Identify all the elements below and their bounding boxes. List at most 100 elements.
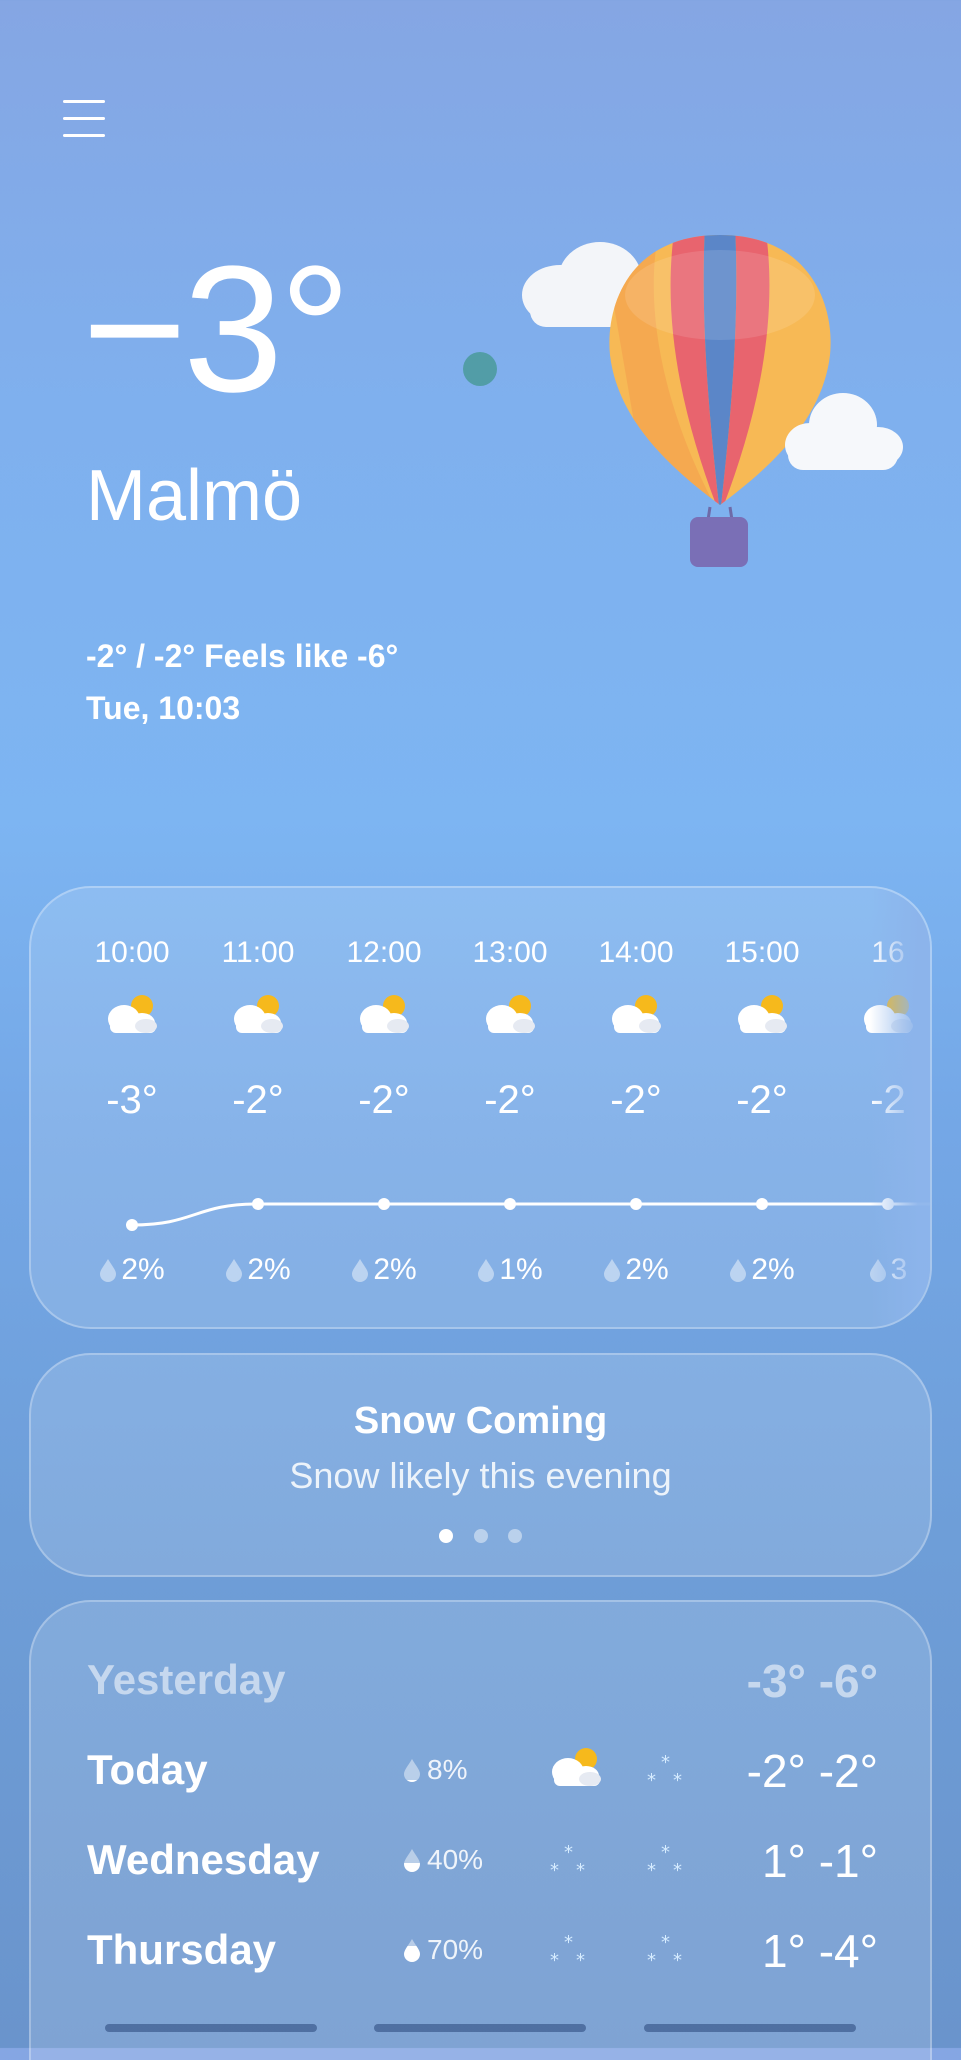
svg-text:*: * (564, 1932, 573, 1953)
daily-forecast-card[interactable]: Yesterday -3° -6° Today 8% * * * -2° -2°… (29, 1600, 932, 2060)
hour-temperature: -2° (232, 1078, 284, 1122)
partly-cloudy-icon (546, 1746, 606, 1796)
svg-text:*: * (647, 1770, 656, 1791)
scroll-fade (870, 888, 930, 1327)
hour-time: 15:00 (724, 936, 800, 969)
precip-value: 40% (427, 1844, 484, 1875)
hourly-item[interactable]: 10:00 -3° 2% (69, 888, 195, 1327)
precip-value: 70% (427, 1934, 484, 1965)
location-dot (463, 352, 497, 386)
hour-temperature: -2° (610, 1078, 662, 1122)
precip-value: 2% (247, 1253, 291, 1286)
menu-icon-line (63, 134, 105, 137)
hour-time: 14:00 (598, 936, 674, 969)
svg-text:*: * (576, 1860, 585, 1881)
hour-precipitation: 1% (447, 1253, 573, 1287)
weather-alert-card[interactable]: Snow Coming Snow likely this evening (29, 1353, 932, 1577)
page-dot[interactable] (473, 1529, 488, 1543)
svg-text:*: * (550, 1860, 559, 1881)
raindrop-icon (603, 1253, 625, 1286)
svg-text:*: * (647, 1950, 656, 1971)
menu-button[interactable] (63, 98, 107, 142)
hour-temperature: -2° (484, 1078, 536, 1122)
raindrop-icon (403, 1934, 427, 1965)
navigation-bar (0, 2020, 961, 2048)
daily-row[interactable]: Wednesday 40% * * * * * * 1° -1° (31, 1826, 930, 1896)
svg-text:*: * (673, 1950, 682, 1971)
partly-cloudy-icon (732, 993, 792, 1035)
raindrop-icon (729, 1253, 751, 1286)
hour-temperature: -2° (358, 1078, 410, 1122)
raindrop-icon (225, 1253, 247, 1286)
city-name: Malmö (86, 456, 303, 536)
raindrop-icon (403, 1844, 427, 1875)
hour-time: 11:00 (221, 936, 295, 969)
day-temperatures: 1° -1° (761, 1835, 878, 1887)
menu-icon-line (63, 100, 105, 103)
partly-cloudy-icon (102, 993, 162, 1035)
day-name: Wednesday (87, 1836, 320, 1883)
svg-text:*: * (673, 1860, 682, 1881)
daily-row[interactable]: Yesterday -3° -6° (31, 1646, 930, 1716)
day-precipitation: 40% (403, 1844, 483, 1876)
raindrop-icon (403, 1754, 427, 1785)
day-name: Today (87, 1746, 208, 1793)
hour-time: 12:00 (346, 936, 422, 969)
day-precipitation: 70% (403, 1934, 483, 1966)
svg-text:*: * (564, 1842, 573, 1863)
day-temperatures: -2° -2° (746, 1745, 878, 1797)
page-dot[interactable] (439, 1529, 454, 1543)
svg-text:*: * (550, 1950, 559, 1971)
hourly-item[interactable]: 12:00 -2° 2% (321, 888, 447, 1327)
partly-cloudy-icon (606, 993, 666, 1035)
raindrop-icon (477, 1253, 499, 1286)
day-temperatures: 1° -4° (761, 1925, 878, 1977)
day-name: Thursday (87, 1926, 277, 1973)
svg-text:*: * (661, 1932, 670, 1953)
hourly-item[interactable]: 13:00 -2° 1% (447, 888, 573, 1327)
page-dot[interactable] (507, 1529, 522, 1543)
hour-precipitation: 2% (573, 1253, 699, 1287)
hourly-forecast-card[interactable]: 10:00 -3° 2% 11:00 -2° 2% 12:00 -2° 2% 1… (29, 886, 932, 1329)
hour-precipitation: 2% (195, 1253, 321, 1287)
menu-icon-line (63, 117, 105, 120)
hot-air-balloon-illustration (522, 235, 903, 567)
svg-text:*: * (661, 1842, 670, 1863)
precip-value: 1% (499, 1253, 543, 1286)
precip-value: 2% (751, 1253, 795, 1286)
hourly-item[interactable]: 11:00 -2° 2% (195, 888, 321, 1327)
raindrop-icon (351, 1253, 373, 1286)
hour-time: 13:00 (472, 936, 548, 969)
nav-handle[interactable] (105, 2024, 317, 2032)
hour-precipitation: 2% (321, 1253, 447, 1287)
svg-text:*: * (673, 1770, 682, 1791)
page-indicator[interactable] (31, 1529, 930, 1548)
svg-text:*: * (576, 1950, 585, 1971)
feels-like-text: -2° / -2° Feels like -6° (86, 638, 399, 674)
partly-cloudy-icon (480, 993, 540, 1035)
nav-handle[interactable] (644, 2024, 856, 2032)
precip-value: 8% (427, 1754, 468, 1785)
partly-cloudy-icon (354, 993, 414, 1035)
snow-icon: * * * (643, 1926, 693, 1976)
day-precipitation: 8% (403, 1754, 467, 1786)
daily-row[interactable]: Today 8% * * * -2° -2° (31, 1736, 930, 1806)
hour-precipitation: 2% (69, 1253, 195, 1287)
nav-handle[interactable] (374, 2024, 586, 2032)
hour-precipitation: 2% (699, 1253, 825, 1287)
snow-icon: * * * (546, 1926, 606, 1976)
partly-cloudy-icon (228, 993, 288, 1035)
hourly-item[interactable]: 14:00 -2° 2% (573, 888, 699, 1327)
snow-icon: * * * (643, 1836, 693, 1886)
precip-value: 2% (373, 1253, 417, 1286)
hourly-item[interactable]: 15:00 -2° 2% (699, 888, 825, 1327)
hour-temperature: -3° (106, 1078, 158, 1122)
current-temperature: −3° (82, 229, 351, 430)
snow-icon: * * * (643, 1746, 693, 1796)
daily-row[interactable]: Thursday 70% * * * * * * 1° -4° (31, 1916, 930, 1986)
day-name: Yesterday (87, 1656, 286, 1703)
hour-temperature: -2° (736, 1078, 788, 1122)
svg-text:*: * (661, 1752, 670, 1773)
alert-title: Snow Coming (353, 1400, 608, 1442)
svg-text:*: * (647, 1860, 656, 1881)
